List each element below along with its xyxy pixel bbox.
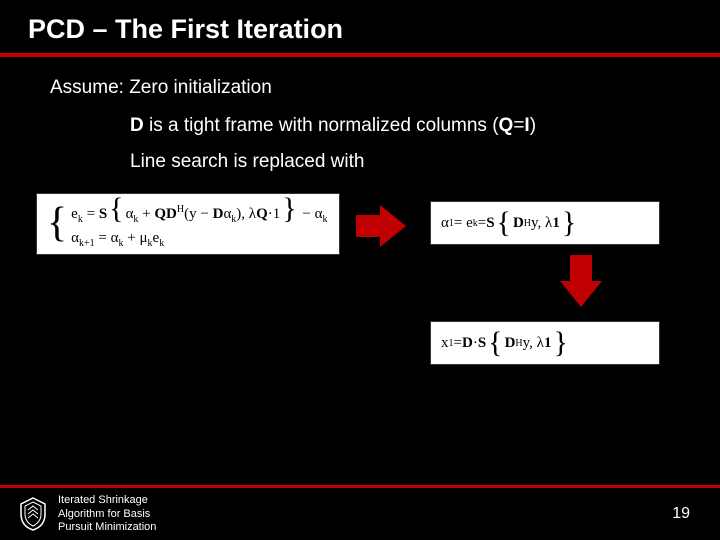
equation-right-bottom: x1 = D·S{ DHy, λ1}	[430, 321, 660, 365]
footer-line2: Algorithm for Basis	[58, 508, 156, 521]
eq-left-lines: ek = S{αk + QDH(y − Dαk), λQ·1} − αk αk+…	[71, 197, 327, 251]
t: α	[71, 230, 79, 246]
eq-left-row1: ek = S{αk + QDH(y − Dαk), λQ·1} − αk	[71, 197, 327, 227]
equations-area: { ek = S{αk + QDH(y − Dαk), λQ·1} − αk α…	[50, 193, 690, 393]
bullet-3: Line search is replaced with	[130, 151, 690, 173]
t: k	[322, 214, 327, 225]
assume-line: Assume: Zero initialization	[50, 77, 690, 99]
equals: =	[513, 115, 524, 136]
t: e	[71, 206, 78, 222]
equation-right-top: α1 = ek = S{ DHy, λ1}	[430, 201, 660, 245]
lbrace-icon: {	[109, 192, 123, 225]
t: x	[441, 332, 449, 355]
footer: Iterated Shrinkage Algorithm for Basis P…	[0, 485, 720, 540]
t: (y −	[184, 206, 212, 222]
equation-left: { ek = S{αk + QDH(y − Dαk), λQ·1} − αk α…	[36, 193, 340, 255]
t: H	[515, 336, 522, 351]
t: =	[478, 212, 486, 235]
t: ), λ	[236, 206, 256, 222]
footer-text: Iterated Shrinkage Algorithm for Basis P…	[58, 494, 156, 534]
t: =	[83, 206, 99, 222]
lbrace-icon: {	[497, 211, 511, 235]
title-area: PCD – The First Iteration	[0, 0, 720, 53]
bullet-1: Zero initialization	[129, 77, 272, 98]
t: y, λ	[531, 212, 552, 235]
t: α	[441, 212, 449, 235]
t: = α	[95, 230, 119, 246]
eq-left-row2: αk+1 = αk + μkek	[71, 227, 327, 251]
t: D	[505, 332, 516, 355]
footer-line3: Pursuit Minimization	[58, 521, 156, 534]
lbrace-icon: {	[488, 331, 502, 355]
t: k	[159, 238, 164, 249]
t: ·1	[268, 206, 281, 222]
slide-title: PCD – The First Iteration	[28, 14, 720, 45]
t: S	[478, 332, 486, 355]
t: D	[513, 212, 524, 235]
Q-symbol: Q	[499, 115, 514, 136]
b2-text: is a tight frame with normalized columns…	[144, 115, 499, 136]
assume-label: Assume:	[50, 77, 124, 98]
b2-post: )	[530, 115, 536, 136]
t: QD	[154, 206, 177, 222]
t: 1	[544, 332, 552, 355]
t: + μ	[124, 230, 148, 246]
t: Q	[256, 206, 268, 222]
t: = e	[454, 212, 473, 235]
t: +	[138, 206, 154, 222]
t: D	[462, 332, 473, 355]
t: S	[486, 212, 494, 235]
t: y, λ	[523, 332, 544, 355]
footer-line1: Iterated Shrinkage	[58, 494, 156, 507]
t: k+1	[79, 238, 95, 249]
t: D	[213, 206, 224, 222]
t: 1	[552, 212, 560, 235]
institution-logo-icon	[18, 496, 48, 532]
bullet-2: D is a tight frame with normalized colum…	[130, 115, 690, 137]
rbrace-icon: }	[282, 192, 296, 225]
rbrace-icon: }	[562, 211, 576, 235]
page-number: 19	[672, 505, 690, 523]
rbrace-icon: }	[553, 331, 567, 355]
t: H	[524, 216, 531, 231]
t: =	[454, 332, 462, 355]
footer-content: Iterated Shrinkage Algorithm for Basis P…	[0, 488, 720, 540]
t: − α	[299, 206, 323, 222]
t: S	[99, 206, 107, 222]
brace-icon: {	[47, 207, 67, 241]
D-symbol: D	[130, 115, 144, 136]
footer-left: Iterated Shrinkage Algorithm for Basis P…	[18, 494, 156, 534]
body-area: Assume: Zero initialization D is a tight…	[0, 57, 720, 393]
